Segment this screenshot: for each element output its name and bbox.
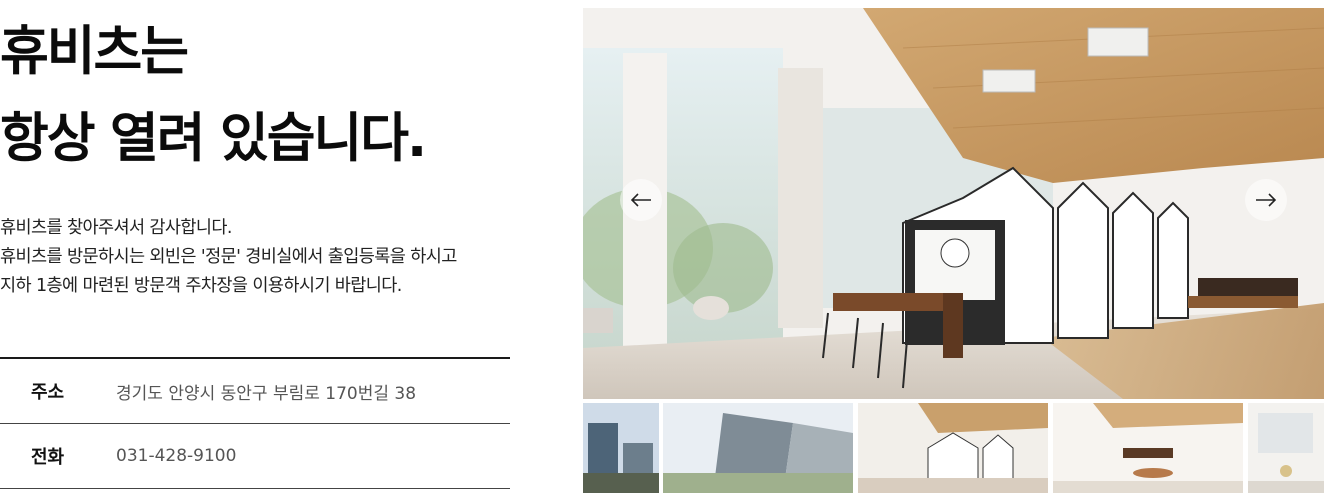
thumbnail-4-lounge-area[interactable] [1053,403,1243,493]
intro-line-1: 휴비츠를 찾아주셔서 감사합니다. [0,218,232,238]
lobby-photo-gallery [583,8,1324,498]
thumbnail-2-building-facade[interactable] [663,403,853,493]
thumbnail-1-building-exterior[interactable] [583,403,659,493]
thumbnail-3-lobby-booths[interactable] [858,403,1048,493]
headline-line-2: 항상 열려 있습니다. [0,108,427,169]
intro-text: 휴비츠를 찾아주셔서 감사합니다. 휴비츠를 방문하시는 외빈은 '정문' 경비… [0,214,560,301]
thumbnail-5-open-hall[interactable] [1248,403,1324,493]
arrow-left-icon [630,193,651,207]
lobby-interior-illustration [583,8,1324,399]
phone-value: 031-428-9100 [116,446,237,466]
main-lobby-photo [583,8,1324,399]
intro-line-2: 휴비츠를 방문하시는 외빈은 '정문' 경비실에서 출입등록을 하시고 [0,247,457,267]
gallery-prev-button[interactable] [620,179,662,221]
address-label: 주소 [31,382,65,403]
headline-line-1: 휴비츠는 [0,21,189,82]
contact-info-table: 주소 경기도 안양시 동안구 부림로 170번길 38 전화 031-428-9… [0,357,510,489]
page-headline: 휴비츠는 항상 열려 있습니다. [0,8,427,182]
arrow-right-icon [1256,193,1277,207]
gallery-thumbnails [583,403,1324,493]
intro-line-3: 지하 1층에 마련된 방문객 주차장을 이용하시기 바랍니다. [0,276,402,296]
address-value: 경기도 안양시 동안구 부림로 170번길 38 [116,383,417,404]
phone-row: 전화 031-428-9100 [0,424,510,489]
address-row: 주소 경기도 안양시 동안구 부림로 170번길 38 [0,359,510,424]
gallery-next-button[interactable] [1245,179,1287,221]
visitor-info-section: 휴비츠는 항상 열려 있습니다. 휴비츠를 찾아주셔서 감사합니다. 휴비츠를 … [0,0,560,498]
phone-label: 전화 [31,447,65,468]
